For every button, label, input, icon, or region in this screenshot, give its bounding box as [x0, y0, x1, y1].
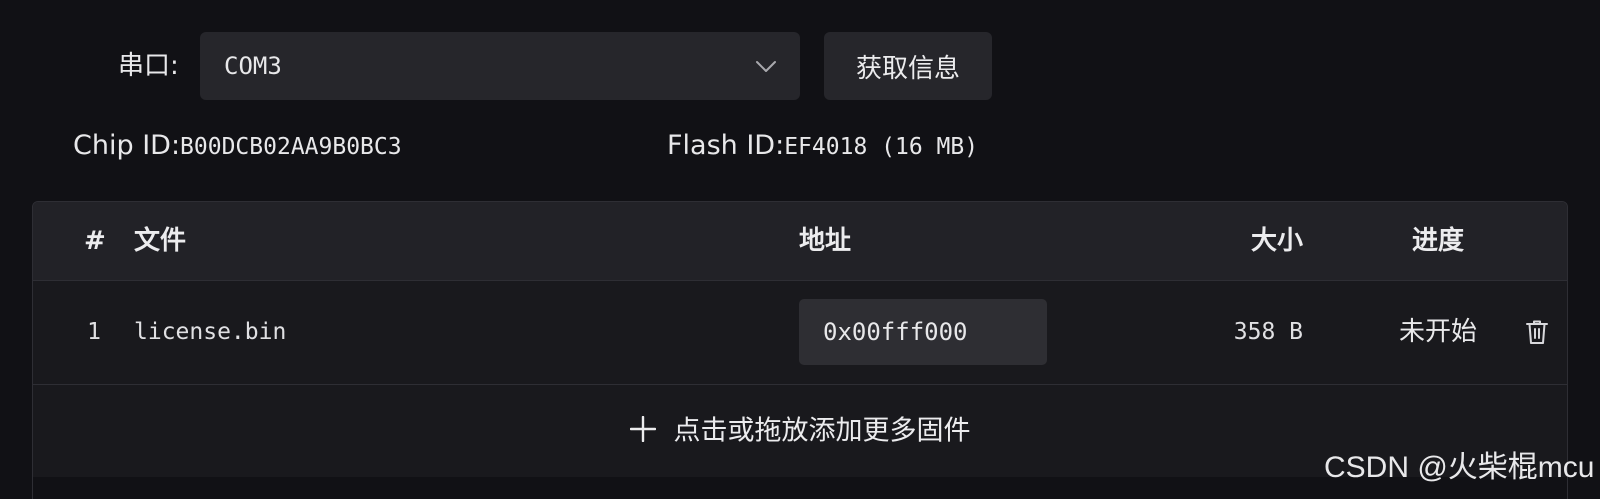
- fetch-info-button[interactable]: 获取信息: [824, 32, 992, 100]
- row-file-name: license.bin: [134, 319, 287, 345]
- header-file: 文件: [134, 226, 187, 256]
- add-firmware-label: 点击或拖放添加更多固件: [673, 415, 971, 447]
- watermark: CSDN @火柴棍mcu: [1324, 451, 1595, 484]
- port-select-value: COM3: [224, 52, 282, 80]
- header-size: 大小: [1250, 226, 1303, 256]
- port-label: 串口:: [118, 51, 179, 81]
- flash-id-label: Flash ID:: [667, 130, 785, 161]
- address-input[interactable]: [799, 299, 1047, 365]
- chip-id-value: B00DCB02AA9B0BC3: [180, 134, 402, 160]
- row-num: 1: [87, 319, 101, 345]
- table-row: 1 license.bin 358 B 未开始: [33, 281, 1567, 385]
- trash-icon[interactable]: [1525, 319, 1549, 345]
- firmware-flasher-panel: 串口: COM3 获取信息 Chip ID:B00DCB02AA9B0BC3 F…: [0, 0, 1600, 499]
- chevron-down-icon: [756, 61, 776, 72]
- row-size: 358 B: [1233, 319, 1303, 345]
- flash-id-info: Flash ID:EF4018 (16 MB): [667, 124, 978, 168]
- plus-icon: [629, 415, 656, 442]
- header-num: #: [84, 226, 106, 256]
- row-progress-status: 未开始: [1398, 317, 1477, 347]
- flash-id-value: EF4018 (16 MB): [784, 134, 979, 160]
- port-select[interactable]: COM3: [200, 32, 800, 100]
- header-progress: 进度: [1411, 226, 1464, 256]
- header-address: 地址: [799, 226, 852, 256]
- chip-id-info: Chip ID:B00DCB02AA9B0BC3: [73, 124, 402, 168]
- chip-id-label: Chip ID:: [73, 130, 181, 161]
- table-header: # 文件 地址 大小 进度: [33, 202, 1567, 281]
